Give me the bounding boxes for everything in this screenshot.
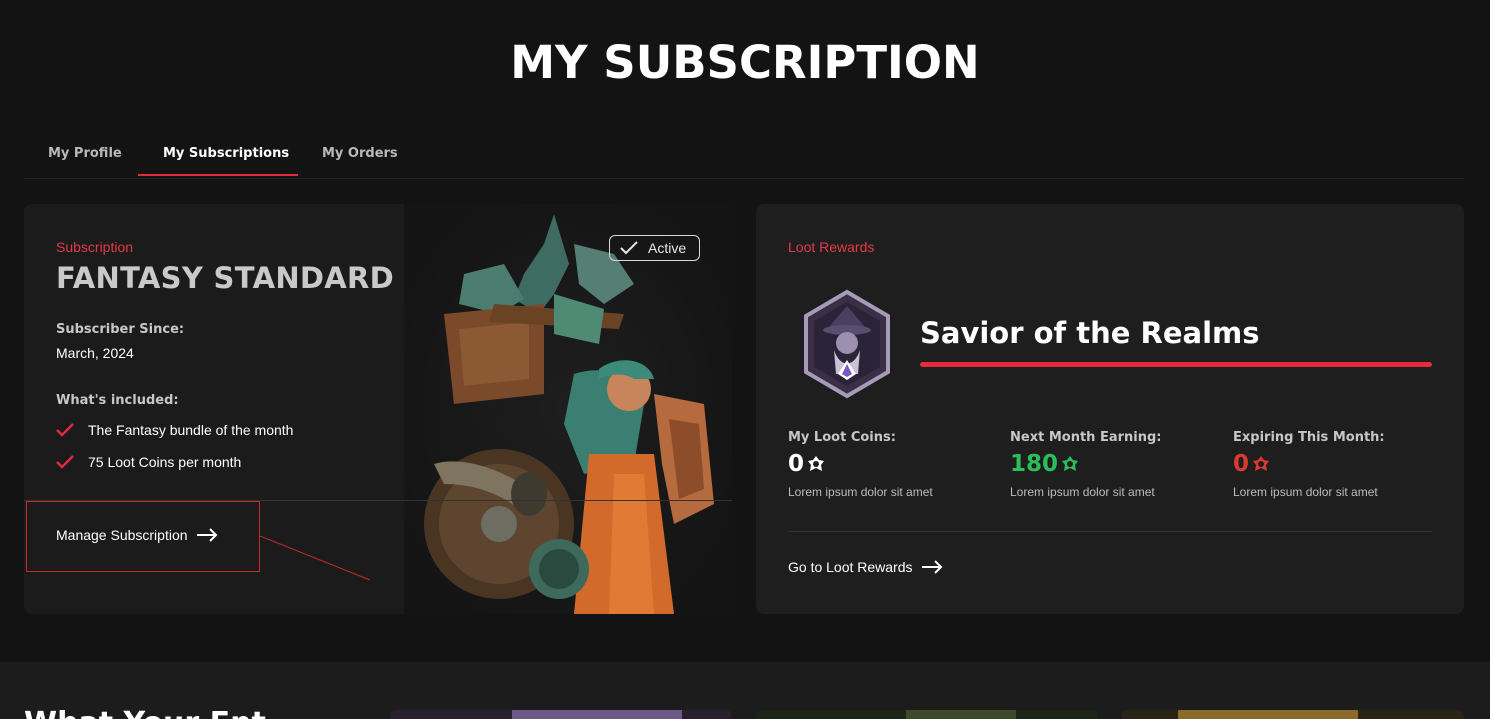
included-item: The Fantasy bundle of the month <box>56 422 293 438</box>
stat-label: My Loot Coins: <box>788 430 896 445</box>
go-to-loot-rewards-label: Go to Loot Rewards <box>788 559 913 575</box>
tab-bar: My Profile My Subscriptions My Orders <box>24 136 1464 179</box>
stat-label: Next Month Earning: <box>1010 430 1162 445</box>
stat-my-loot-coins: My Loot Coins: 0 Lorem ipsum dolor sit a… <box>788 430 998 499</box>
stat-expiring-this-month: Expiring This Month: 0 Lorem ipsum dolor… <box>1233 430 1443 499</box>
subscriber-since-value: March, 2024 <box>56 345 134 361</box>
included-item-label: 75 Loot Coins per month <box>88 454 242 470</box>
subscriber-since-label: Subscriber Since: <box>56 322 185 337</box>
manage-subscription-link[interactable]: Manage Subscription <box>56 527 218 543</box>
manage-subscription-label: Manage Subscription <box>56 527 188 543</box>
stat-next-month-earning: Next Month Earning: 180 Lorem ipsum dolo… <box>1010 430 1220 499</box>
included-item-label: The Fantasy bundle of the month <box>88 422 294 438</box>
stat-value-text: 180 <box>1010 451 1059 477</box>
status-badge: Active <box>609 235 700 261</box>
subscription-card: Subscription FANTASY STANDARD Active Sub… <box>24 204 732 614</box>
thumbnail-art <box>1178 710 1358 719</box>
stat-label: Expiring This Month: <box>1233 430 1385 445</box>
section-heading: What Your Ent <box>24 706 266 719</box>
subscription-eyebrow: Subscription <box>56 239 134 255</box>
stat-value: 0 <box>1233 451 1443 477</box>
arrow-right-icon <box>196 528 217 542</box>
stat-value: 180 <box>1010 451 1220 477</box>
divider <box>788 531 1432 532</box>
stat-description: Lorem ipsum dolor sit amet <box>788 485 933 499</box>
go-to-loot-rewards-link[interactable]: Go to Loot Rewards <box>788 559 943 575</box>
loot-coin-icon <box>1253 456 1270 471</box>
page-title: MY SUBSCRIPTION <box>510 36 980 89</box>
check-icon <box>620 241 638 255</box>
rank-badge-icon <box>804 289 890 399</box>
stat-value-text: 0 <box>1233 451 1250 477</box>
hero-miniature-image <box>404 204 732 614</box>
tab-my-orders[interactable]: My Orders <box>322 146 398 178</box>
stat-value: 0 <box>788 451 998 477</box>
loot-rewards-card: Loot Rewards Savior of the Realms My Loo… <box>756 204 1464 614</box>
subscription-name: FANTASY STANDARD <box>56 261 395 295</box>
product-thumbnail[interactable] <box>756 710 1098 719</box>
annotation-line <box>260 536 371 581</box>
arrow-right-icon <box>921 560 942 574</box>
loot-coin-icon <box>808 456 825 471</box>
loot-rewards-eyebrow: Loot Rewards <box>788 239 875 255</box>
thumbnail-art <box>906 710 1016 719</box>
stat-value-text: 0 <box>788 451 805 477</box>
stat-description: Lorem ipsum dolor sit amet <box>1010 485 1155 499</box>
tab-my-profile[interactable]: My Profile <box>48 146 122 178</box>
stat-description: Lorem ipsum dolor sit amet <box>1233 485 1378 499</box>
whats-included-label: What's included: <box>56 393 179 408</box>
status-badge-label: Active <box>648 240 687 256</box>
entitlements-section: What Your Ent <box>0 662 1490 719</box>
check-icon <box>56 423 74 437</box>
included-item: 75 Loot Coins per month <box>56 454 241 470</box>
rank-title: Savior of the Realms <box>920 316 1260 350</box>
check-icon <box>56 455 74 469</box>
product-thumbnail[interactable] <box>390 710 732 719</box>
loot-coin-icon <box>1062 456 1079 471</box>
rank-progress-bar <box>920 362 1432 367</box>
product-thumbnail[interactable] <box>1122 710 1464 719</box>
thumbnail-art <box>512 710 682 719</box>
active-tab-indicator <box>138 174 298 176</box>
